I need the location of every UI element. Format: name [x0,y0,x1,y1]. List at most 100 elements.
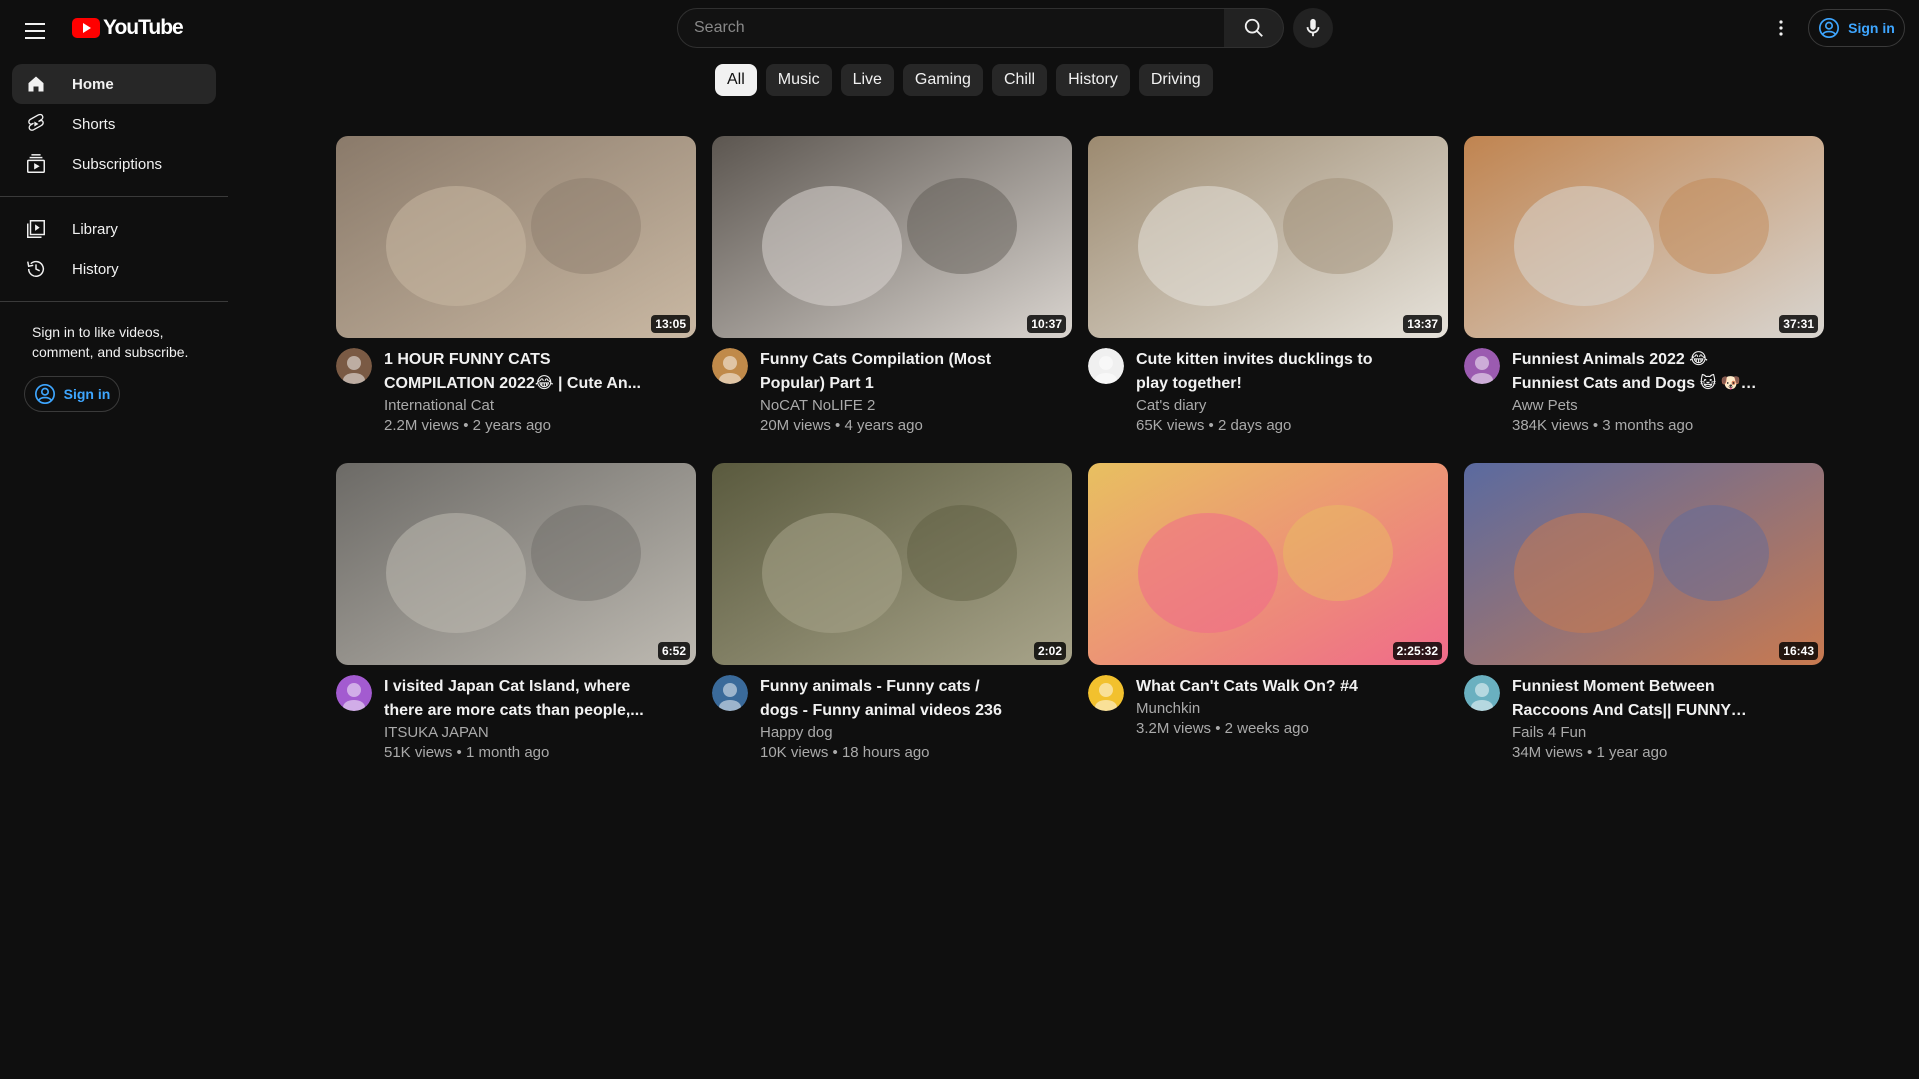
video-thumbnail[interactable]: 2:02 [712,463,1072,665]
sidebar: Home Shorts Subscriptions Library Histor… [0,56,228,412]
microphone-icon [1306,18,1320,37]
video-duration: 2:25:32 [1392,642,1442,660]
video-title[interactable]: What Can't Cats Walk On? #4 [1136,675,1396,699]
video-duration: 37:31 [1779,315,1818,333]
search-box[interactable] [677,8,1225,48]
thumbnail-image [712,136,1072,338]
sidebar-divider [0,301,228,302]
sidebar-item-shorts[interactable]: Shorts [12,104,216,144]
thumbnail-image [1088,463,1448,665]
channel-avatar[interactable] [712,348,748,384]
sidebar-item-label: Subscriptions [72,155,163,173]
settings-more-button[interactable] [1765,12,1797,44]
video-card[interactable]: 16:43 Funniest Moment Between Raccoons A… [1464,463,1824,766]
video-title[interactable]: Cute kitten invites ducklings to play to… [1136,348,1396,396]
channel-name[interactable]: International Cat [384,396,644,416]
chip-history[interactable]: History [1056,64,1130,96]
history-icon [24,257,48,281]
sign-in-label: Sign in [1848,20,1895,36]
channel-avatar[interactable] [1464,675,1500,711]
chip-all[interactable]: All [715,64,757,96]
video-card[interactable]: 13:05 1 HOUR FUNNY CATS COMPILATION 2022… [336,136,696,439]
channel-name[interactable]: Fails 4 Fun [1512,723,1772,743]
video-stats: 65K views • 2 days ago [1136,417,1292,434]
video-duration: 6:52 [657,642,690,660]
channel-avatar[interactable] [712,675,748,711]
channel-name[interactable]: Happy dog [760,723,1020,743]
video-duration: 2:02 [1033,642,1066,660]
video-card[interactable]: 6:52 I visited Japan Cat Island, where t… [336,463,696,766]
channel-name[interactable]: ITSUKA JAPAN [384,723,644,743]
youtube-logo[interactable]: YouTube [72,16,184,40]
video-card[interactable]: 37:31 Funniest Animals 2022 😂 Funniest C… [1464,136,1824,439]
channel-avatar[interactable] [336,348,372,384]
video-duration: 13:37 [1403,315,1442,333]
more-vert-icon [1779,20,1783,36]
chip-driving[interactable]: Driving [1138,64,1213,96]
sidebar-item-label: Home [72,75,114,93]
video-duration: 13:05 [651,315,690,333]
video-title[interactable]: Funniest Animals 2022 😂 Funniest Cats an… [1512,348,1772,396]
thumbnail-image [336,136,696,338]
video-duration: 16:43 [1779,642,1818,660]
thumbnail-image [1464,463,1824,665]
sidebar-item-home[interactable]: Home [12,64,216,104]
video-card[interactable]: 2:02 Funny animals - Funny cats / dogs -… [712,463,1072,766]
search-input[interactable] [678,18,1224,38]
video-grid: 13:05 1 HOUR FUNNY CATS COMPILATION 2022… [336,136,1824,766]
chip-gaming[interactable]: Gaming [902,64,983,96]
chip-live[interactable]: Live [840,64,894,96]
video-title[interactable]: I visited Japan Cat Island, where there … [384,675,644,723]
thumbnail-image [336,463,696,665]
channel-avatar[interactable] [1088,675,1124,711]
video-thumbnail[interactable]: 16:43 [1464,463,1824,665]
sidebar-item-library[interactable]: Library [12,209,216,249]
video-stats: 51K views • 1 month ago [384,744,550,761]
sidebar-item-label: Shorts [72,115,116,133]
video-card[interactable]: 10:37 Funny Cats Compilation (Most Popul… [712,136,1072,439]
video-thumbnail[interactable]: 2:25:32 [1088,463,1448,665]
video-stats: 10K views • 18 hours ago [760,744,930,761]
shorts-icon [24,112,48,136]
logo-text: YouTube [103,16,184,39]
chip-music[interactable]: Music [765,64,832,96]
youtube-play-icon [72,18,100,38]
video-thumbnail[interactable]: 10:37 [712,136,1072,338]
video-stats: 20M views • 4 years ago [760,417,923,434]
channel-avatar[interactable] [336,675,372,711]
sign-in-button[interactable]: Sign in [1808,9,1905,47]
sign-in-prompt-text: Sign in to like videos, comment, and sub… [32,324,189,360]
video-title[interactable]: Funny animals - Funny cats / dogs - Funn… [760,675,1020,723]
video-title[interactable]: 1 HOUR FUNNY CATS COMPILATION 2022😂 | Cu… [384,348,644,396]
video-card[interactable]: 2:25:32 What Can't Cats Walk On? #4 Munc… [1088,463,1448,766]
channel-name[interactable]: NoCAT NoLIFE 2 [760,396,1020,416]
sidebar-divider [0,196,228,197]
sidebar-item-subscriptions[interactable]: Subscriptions [12,144,216,184]
video-stats: 34M views • 1 year ago [1512,744,1668,761]
channel-name[interactable]: Aww Pets [1512,396,1772,416]
video-duration: 10:37 [1027,315,1066,333]
channel-avatar[interactable] [1088,348,1124,384]
library-icon [24,217,48,241]
video-thumbnail[interactable]: 13:37 [1088,136,1448,338]
video-title[interactable]: Funniest Moment Between Raccoons And Cat… [1512,675,1772,723]
video-title[interactable]: Funny Cats Compilation (Most Popular) Pa… [760,348,1020,396]
channel-name[interactable]: Munchkin [1136,699,1396,719]
thumbnail-image [1464,136,1824,338]
home-icon [24,72,48,96]
video-thumbnail[interactable]: 37:31 [1464,136,1824,338]
sign-in-label: Sign in [63,386,111,402]
sidebar-sign-in-button[interactable]: Sign in [24,376,120,412]
menu-icon[interactable] [20,15,52,47]
video-stats: 2.2M views • 2 years ago [384,417,551,434]
channel-avatar[interactable] [1464,348,1500,384]
channel-name[interactable]: Cat's diary [1136,396,1396,416]
video-thumbnail[interactable]: 6:52 [336,463,696,665]
sidebar-item-history[interactable]: History [12,249,216,289]
video-thumbnail[interactable]: 13:05 [336,136,696,338]
chip-chill[interactable]: Chill [991,64,1048,96]
video-card[interactable]: 13:37 Cute kitten invites ducklings to p… [1088,136,1448,439]
filter-chips-bar: All Music Live Gaming Chill History Driv… [715,64,1213,96]
voice-search-button[interactable] [1293,8,1333,48]
search-button[interactable] [1224,8,1284,48]
